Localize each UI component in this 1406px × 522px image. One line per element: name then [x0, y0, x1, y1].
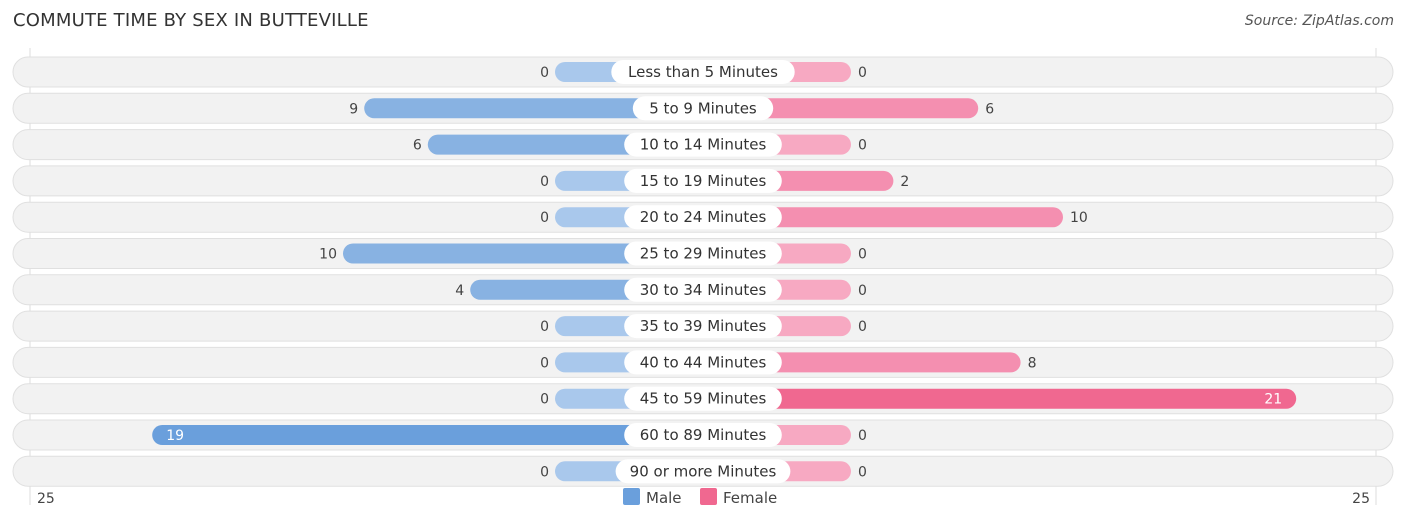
value-label-female: 21 — [1264, 392, 1282, 408]
value-label-male: 0 — [540, 210, 549, 226]
value-label-female: 0 — [858, 138, 867, 154]
category-label: 35 to 39 Minutes — [640, 317, 767, 335]
value-label-male: 4 — [455, 283, 464, 299]
value-label-female: 8 — [1028, 355, 1037, 371]
value-label-male: 0 — [540, 65, 549, 81]
value-label-female: 0 — [858, 428, 867, 444]
chart-row: 19 0 60 to 89 Minutes — [12, 419, 1394, 451]
category-label: 5 to 9 Minutes — [649, 99, 757, 117]
category-label: 30 to 34 Minutes — [640, 281, 767, 299]
category-label: 45 to 59 Minutes — [640, 390, 767, 408]
category-label: 40 to 44 Minutes — [640, 353, 767, 371]
chart-row: 0 10 20 to 24 Minutes — [12, 201, 1394, 233]
legend-label-male: Male — [646, 489, 682, 507]
category-label: 10 to 14 Minutes — [640, 136, 767, 154]
value-label-female: 0 — [858, 247, 867, 263]
chart-row: 9 6 5 to 9 Minutes — [12, 92, 1394, 124]
value-label-female: 0 — [858, 464, 867, 480]
chart-area: 0 0Less than 5 Minutes9 65 to 9 Minutes6 01… — [12, 48, 1394, 507]
value-label-male: 19 — [166, 428, 184, 444]
legend-swatch-male — [623, 488, 640, 505]
chart-row: 10 0 25 to 29 Minutes — [12, 238, 1394, 269]
value-label-female: 6 — [985, 101, 994, 117]
value-label-female: 10 — [1070, 210, 1088, 226]
value-label-female: 2 — [900, 174, 909, 190]
value-label-male: 0 — [540, 174, 549, 190]
chart-row: 0 21 45 to 59 Minutes — [12, 383, 1394, 415]
value-label-male: 0 — [540, 464, 549, 480]
legend-label-female: Female — [723, 489, 777, 507]
bar-female — [703, 388, 1297, 409]
category-label: 20 to 24 Minutes — [640, 208, 767, 226]
category-label: 90 or more Minutes — [630, 462, 777, 480]
value-label-male: 6 — [413, 138, 422, 154]
bar-male — [152, 425, 703, 445]
value-label-male: 9 — [349, 101, 358, 117]
category-label: 15 to 19 Minutes — [640, 172, 767, 190]
value-label-male: 0 — [540, 355, 549, 371]
chart-row: 0 0 Less than 5 Minutes — [12, 56, 1394, 88]
chart-row: 4 0 30 to 34 Minutes — [12, 274, 1394, 306]
category-label: Less than 5 Minutes — [628, 63, 778, 81]
value-label-female: 0 — [858, 283, 867, 299]
chart-row: 0 0 35 to 39 Minutes — [12, 310, 1394, 342]
axis-tick-right: 25 — [1352, 491, 1370, 507]
category-label: 25 to 29 Minutes — [640, 245, 767, 263]
value-label-female: 0 — [858, 319, 867, 335]
legend: Male Female — [623, 488, 777, 507]
value-label-male: 10 — [319, 247, 337, 263]
value-label-female: 0 — [858, 65, 867, 81]
category-label: 60 to 89 Minutes — [640, 426, 767, 444]
axis-tick-left: 25 — [37, 491, 55, 507]
chart-row: 0 8 40 to 44 Minutes — [12, 346, 1394, 378]
chart-row: 0 0 90 or more Minutes — [12, 455, 1394, 487]
legend-swatch-female — [700, 488, 717, 505]
chart-row: 0 2 15 to 19 Minutes — [12, 165, 1394, 197]
value-label-male: 0 — [540, 319, 549, 335]
chart-row: 6 0 10 to 14 Minutes — [12, 129, 1394, 161]
value-label-male: 0 — [540, 392, 549, 408]
